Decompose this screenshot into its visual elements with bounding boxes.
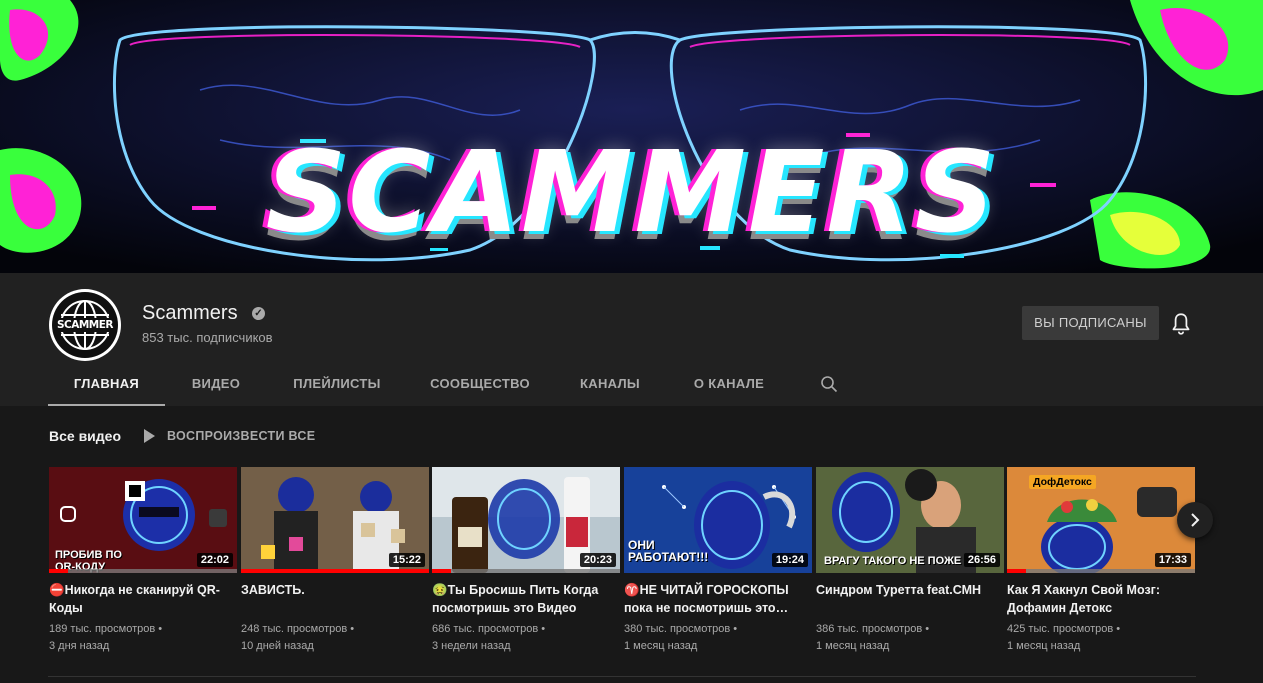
thumbnail-caption: ВРАГУ ТАКОГО НЕ ПОЖЕ [824,555,962,567]
tab-home[interactable]: ГЛАВНАЯ [48,364,165,406]
tab-about[interactable]: О КАНАЛЕ [680,364,778,404]
shelf-next-button[interactable] [1177,502,1213,538]
video-card[interactable]: 20:23 🤢Ты Бросишь Пить Когда посмотришь … [432,467,620,655]
tab-videos[interactable]: ВИДЕО [176,364,256,404]
watch-progress [49,569,237,573]
channel-banner: SCAMMERS [0,0,1263,273]
video-title[interactable]: 🤢Ты Бросишь Пить Когда посмотришь это Ви… [432,581,620,617]
video-age: 3 недели назад [432,640,511,652]
video-thumbnail[interactable]: ПРОБИВ ПО QR-КОДУ 22:02 [49,467,237,573]
subscriber-count: 853 тыс. подписчиков [142,330,273,345]
video-thumbnail[interactable]: ДофДетокс 17:33 [1007,467,1195,573]
video-thumbnail[interactable]: 20:23 [432,467,620,573]
video-views: 189 тыс. просмотров • [49,623,163,635]
watch-progress-fill [49,569,68,573]
watch-progress [241,569,429,573]
watch-progress-fill [1007,569,1026,573]
banner-title: SCAMMERS [265,128,998,258]
channel-header: SCAMMER Scammers ✓ 853 тыс. подписчиков … [0,273,1263,406]
channel-name[interactable]: Scammers [142,302,238,325]
shelf-title[interactable]: Все видео [49,428,121,444]
video-age: 1 месяц назад [624,640,698,652]
video-duration: 20:23 [579,553,616,567]
video-thumbnail[interactable]: ВРАГУ ТАКОГО НЕ ПОЖЕ 26:56 [816,467,1004,573]
video-thumbnail[interactable]: ОНИ РАБОТАЮТ!!! 19:24 [624,467,812,573]
thumbnail-caption: ОНИ РАБОТАЮТ!!! [628,538,709,564]
video-duration: 15:22 [388,553,425,567]
watch-progress-fill [241,569,429,573]
video-views: 386 тыс. просмотров • [816,623,930,635]
video-title[interactable]: ЗАВИСТЬ. [241,581,429,617]
video-views: 425 тыс. просмотров • [1007,623,1121,635]
video-card[interactable]: ОНИ РАБОТАЮТ!!! 19:24 ♈НЕ ЧИТАЙ ГОРОСКОП… [624,467,812,655]
video-views: 686 тыс. просмотров • [432,623,546,635]
video-thumbnail[interactable]: 15:22 [241,467,429,573]
tab-channels[interactable]: КАНАЛЫ [566,364,654,404]
video-title[interactable]: ⛔Никогда не сканируй QR-Коды [49,581,237,617]
tab-community[interactable]: СООБЩЕСТВО [418,364,542,404]
video-age: 10 дней назад [241,640,314,652]
video-card[interactable]: ПРОБИВ ПО QR-КОДУ 22:02 ⛔Никогда не скан… [49,467,237,655]
section-divider [48,676,1196,677]
watch-progress [432,569,620,573]
avatar-text: SCAMMER [56,319,114,331]
video-age: 1 месяц назад [816,640,890,652]
video-views: 248 тыс. просмотров • [241,623,355,635]
play-all-button[interactable]: ВОСПРОИЗВЕСТИ ВСЕ [167,429,315,443]
search-icon[interactable] [820,375,838,393]
video-title[interactable]: ♈НЕ ЧИТАЙ ГОРОСКОПЫ пока не посмотришь э… [624,581,812,617]
video-views: 380 тыс. просмотров • [624,623,738,635]
chevron-right-icon [1191,513,1200,527]
video-duration: 26:56 [963,553,1000,567]
video-card[interactable]: 15:22 ЗАВИСТЬ. 248 тыс. просмотров • 10 … [241,467,429,655]
watch-progress-fill [432,569,451,573]
video-card[interactable]: ВРАГУ ТАКОГО НЕ ПОЖЕ 26:56 Синдром Турет… [816,467,1004,655]
verified-icon: ✓ [252,307,265,320]
play-icon[interactable] [143,429,155,443]
video-duration: 19:24 [771,553,808,567]
watch-progress [1007,569,1195,573]
bell-icon[interactable] [1168,311,1194,337]
thumbnail-caption: ДофДетокс [1029,475,1096,489]
video-title[interactable]: Как Я Хакнул Свой Мозг: Дофамин Детокс [1007,581,1195,617]
video-age: 1 месяц назад [1007,640,1081,652]
video-card[interactable]: ДофДетокс 17:33 Как Я Хакнул Свой Мозг: … [1007,467,1195,655]
video-title[interactable]: Синдром Туретта feat.СМН [816,581,1004,617]
video-duration: 22:02 [196,553,233,567]
video-duration: 17:33 [1154,553,1191,567]
video-age: 3 дня назад [49,640,110,652]
subscribed-button[interactable]: ВЫ ПОДПИСАНЫ [1022,306,1159,340]
channel-avatar[interactable]: SCAMMER [49,289,121,361]
tab-playlists[interactable]: ПЛЕЙЛИСТЫ [280,364,394,404]
